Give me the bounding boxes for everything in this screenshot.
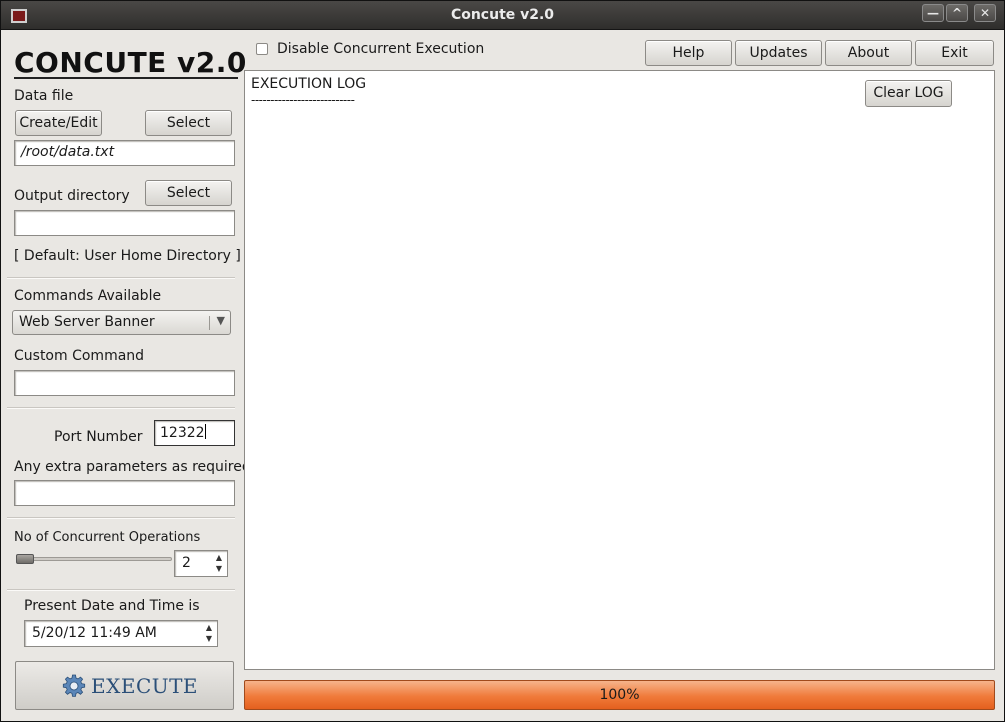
custom-command-label: Custom Command — [14, 348, 145, 364]
default-dir-note: [ Default: User Home Directory ] — [14, 248, 241, 264]
gear-icon — [62, 674, 86, 697]
output-dir-label: Output directory — [14, 188, 130, 204]
commands-selected-value: Web Server Banner — [19, 314, 155, 330]
disable-concurrent-checkbox[interactable] — [256, 43, 268, 55]
divider — [7, 407, 235, 409]
app-window: Concute v2.0 — ^ ✕ CONCUTE v2.0 Disable … — [0, 0, 1005, 722]
progress-bar: 100% — [244, 680, 995, 710]
log-separator: --------------------------- — [251, 93, 355, 107]
updates-button[interactable]: Updates — [735, 40, 822, 66]
dropdown-divider — [209, 316, 210, 330]
select-data-file-button[interactable]: Select — [145, 110, 232, 136]
text-cursor — [204, 424, 206, 439]
port-label: Port Number — [54, 429, 143, 445]
output-dir-input[interactable] — [14, 210, 235, 236]
select-output-dir-button[interactable]: Select — [145, 180, 232, 206]
about-button[interactable]: About — [825, 40, 912, 66]
data-file-input[interactable]: /root/data.txt — [14, 140, 235, 166]
commands-label: Commands Available — [14, 288, 162, 304]
data-file-label: Data file — [14, 88, 74, 104]
create-edit-button[interactable]: Create/Edit — [15, 110, 102, 136]
custom-command-input[interactable] — [14, 370, 235, 396]
progress-label: 100% — [599, 687, 640, 703]
date-time-value: 5/20/12 11:49 AM — [32, 625, 157, 641]
port-value: 12322 — [160, 425, 205, 441]
chevron-down-icon[interactable]: ▼ — [217, 314, 225, 327]
spin-down-icon[interactable]: ▼ — [202, 633, 216, 645]
log-title: EXECUTION LOG — [251, 76, 367, 92]
concurrent-ops-label: No of Concurrent Operations — [14, 530, 201, 545]
extra-params-label: Any extra parameters as required — [14, 459, 251, 475]
execute-label: EXECUTE — [91, 674, 199, 698]
date-time-spinner[interactable]: 5/20/12 11:49 AM ▲ ▼ — [24, 620, 218, 647]
heading-underline — [14, 77, 238, 79]
help-button[interactable]: Help — [645, 40, 732, 66]
concurrent-ops-slider-track[interactable] — [16, 557, 172, 561]
title-bar[interactable]: Concute v2.0 — ^ ✕ — [1, 1, 1004, 30]
concurrent-ops-slider-handle[interactable] — [16, 554, 34, 564]
close-button[interactable]: ✕ — [974, 4, 996, 22]
execute-button[interactable]: EXECUTE — [15, 661, 234, 710]
commands-dropdown[interactable]: Web Server Banner ▼ — [12, 310, 231, 335]
maximize-button[interactable]: ^ — [946, 4, 968, 22]
app-heading: CONCUTE v2.0 — [14, 46, 247, 79]
clear-log-button[interactable]: Clear LOG — [865, 80, 952, 107]
concurrent-ops-spinner[interactable]: 2 ▲ ▼ — [174, 550, 228, 577]
spin-down-icon[interactable]: ▼ — [212, 563, 226, 575]
date-time-label: Present Date and Time is — [24, 598, 200, 614]
extra-params-input[interactable] — [14, 480, 235, 506]
disable-concurrent-label: Disable Concurrent Execution — [277, 41, 485, 57]
divider — [7, 277, 235, 279]
minimize-button[interactable]: — — [922, 4, 944, 22]
window-title: Concute v2.0 — [450, 7, 555, 23]
execution-log[interactable]: EXECUTION LOG --------------------------… — [244, 70, 995, 670]
divider — [7, 589, 235, 591]
divider — [7, 517, 235, 519]
exit-button[interactable]: Exit — [915, 40, 994, 66]
port-input[interactable]: 12322 — [154, 420, 235, 446]
concurrent-ops-value: 2 — [182, 555, 191, 571]
